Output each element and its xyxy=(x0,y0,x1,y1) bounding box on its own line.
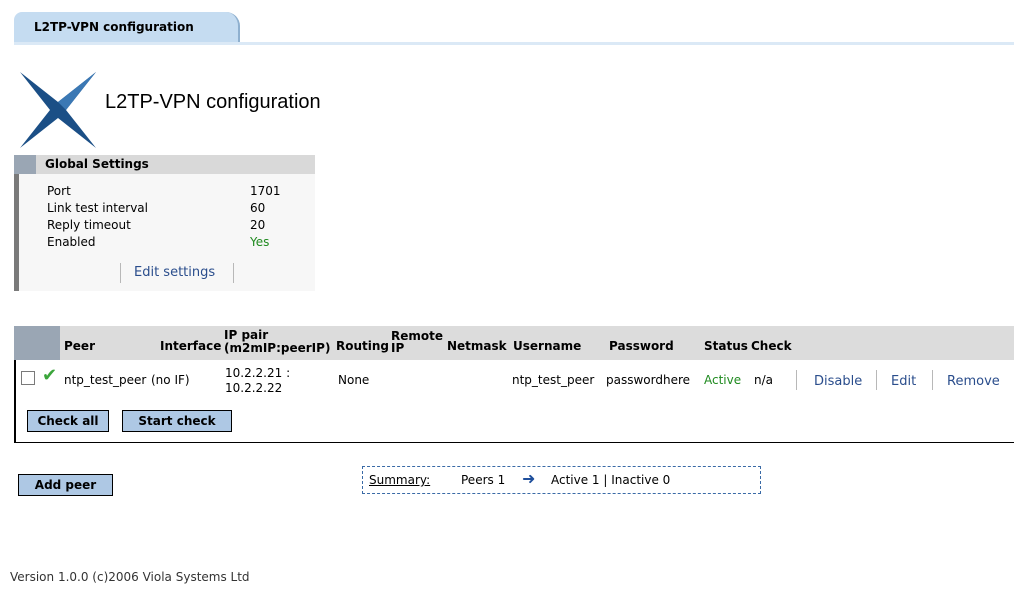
port-value: 1701 xyxy=(250,184,281,198)
tab-underline xyxy=(14,42,1014,45)
link-test-interval-value: 60 xyxy=(250,201,266,215)
footer-version: Version 1.0.0 (c)2006 Viola Systems Ltd xyxy=(10,570,250,584)
summary-status-counts: Active 1 | Inactive 0 xyxy=(551,473,671,487)
column-header-check: Check xyxy=(751,339,792,353)
edit-link[interactable]: Edit xyxy=(891,374,916,389)
separator xyxy=(796,370,797,390)
peer-name: ntp_test_peer xyxy=(64,373,147,387)
check-all-button[interactable]: Check all xyxy=(27,410,109,432)
summary-label: Summary: xyxy=(369,473,431,487)
peer-routing: None xyxy=(338,373,370,387)
tab-label: L2TP-VPN configuration xyxy=(34,20,194,34)
column-header-ip-pair: IP pair xyxy=(224,328,269,342)
reply-timeout-value: 20 xyxy=(250,218,266,232)
page-title: L2TP-VPN configuration xyxy=(105,91,321,113)
peer-interface: (no IF) xyxy=(151,373,190,387)
remove-link[interactable]: Remove xyxy=(947,374,1000,389)
row-select-checkbox[interactable] xyxy=(21,371,35,385)
reply-timeout-label: Reply timeout xyxy=(47,218,131,232)
peer-ip-pair-second: 10.2.2.22 xyxy=(225,381,283,395)
port-label: Port xyxy=(47,184,71,198)
peer-status: Active xyxy=(704,373,742,387)
peers-table-header-marker xyxy=(14,326,60,360)
add-peer-button[interactable]: Add peer xyxy=(18,474,113,496)
start-check-button[interactable]: Start check xyxy=(122,410,232,432)
enabled-value: Yes xyxy=(250,235,270,249)
column-header-interface: Interface xyxy=(160,339,222,353)
peer-username: ntp_test_peer xyxy=(512,373,595,387)
tab-l2tp-vpn-configuration[interactable]: L2TP-VPN configuration xyxy=(14,12,240,42)
peer-check: n/a xyxy=(754,373,774,387)
enabled-label: Enabled xyxy=(47,235,96,249)
global-settings-title: Global Settings xyxy=(45,157,149,171)
column-header-routing: Routing xyxy=(336,339,390,353)
peer-ip-pair: 10.2.2.21 : xyxy=(225,366,291,380)
column-header-username: Username xyxy=(513,339,582,353)
link-test-interval-label: Link test interval xyxy=(47,201,148,215)
separator xyxy=(876,370,877,390)
column-header-password: Password xyxy=(609,339,674,353)
separator xyxy=(932,370,933,390)
checkmark-icon: ✔ xyxy=(42,365,58,386)
global-settings-sidebar xyxy=(14,174,19,291)
viola-logo-icon xyxy=(20,72,96,148)
summary-peers: Peers 1 xyxy=(461,473,506,487)
column-header-ip-pair-sub: (m2mIP:peerIP) xyxy=(224,341,331,355)
column-header-peer: Peer xyxy=(64,339,95,353)
edit-settings-link[interactable]: Edit settings xyxy=(134,265,215,280)
global-settings-header-marker xyxy=(14,155,36,174)
separator xyxy=(120,263,121,283)
arrow-right-icon: ➜ xyxy=(522,469,536,488)
disable-link[interactable]: Disable xyxy=(814,374,862,389)
separator xyxy=(233,263,234,283)
peer-password: passwordhere xyxy=(606,373,691,387)
peers-table-left-border xyxy=(14,360,16,443)
column-header-netmask: Netmask xyxy=(447,339,507,353)
column-header-status: Status xyxy=(704,339,748,353)
peers-table-bottom-border xyxy=(14,442,1014,443)
column-header-remote-ip-sub: IP xyxy=(391,341,405,355)
